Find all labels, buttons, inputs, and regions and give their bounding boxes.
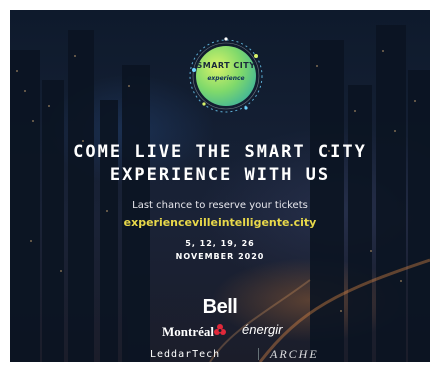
- ad-banner: SMART CITY experience COME LIVE THE SMAR…: [10, 10, 430, 362]
- logo-subtitle: experience: [207, 75, 245, 82]
- montreal-logo: Montréal: [162, 324, 214, 339]
- sponsor-divider: [258, 348, 259, 360]
- event-url-link[interactable]: experiencevilleintelligente.city: [10, 216, 430, 229]
- headline-line-1: COME LIVE THE SMART CITY: [73, 142, 367, 162]
- smart-city-logo: SMART CITY experience: [196, 46, 256, 106]
- bell-logo: Bell: [202, 296, 238, 318]
- headline-line-2: EXPERIENCE WITH US: [109, 165, 331, 185]
- logo-title: SMART CITY: [196, 61, 256, 70]
- tagline: Last chance to reserve your tickets: [132, 200, 308, 211]
- event-month: NOVEMBER 2020: [175, 252, 265, 261]
- arche-logo: ARCHE: [270, 347, 319, 361]
- leddartech-logo: LeddarTech: [150, 349, 221, 360]
- montreal-flower-icon: [214, 324, 226, 335]
- event-dates: 5, 12, 19, 26: [185, 239, 255, 248]
- energir-logo: énergir: [242, 322, 283, 337]
